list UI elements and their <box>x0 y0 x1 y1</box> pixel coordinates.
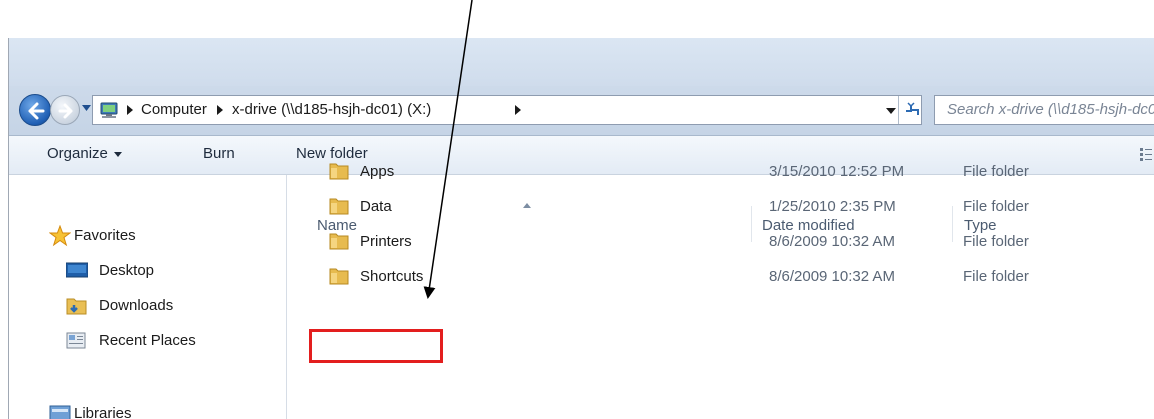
arrow-line <box>423 0 473 299</box>
annotation-arrow <box>423 0 473 299</box>
